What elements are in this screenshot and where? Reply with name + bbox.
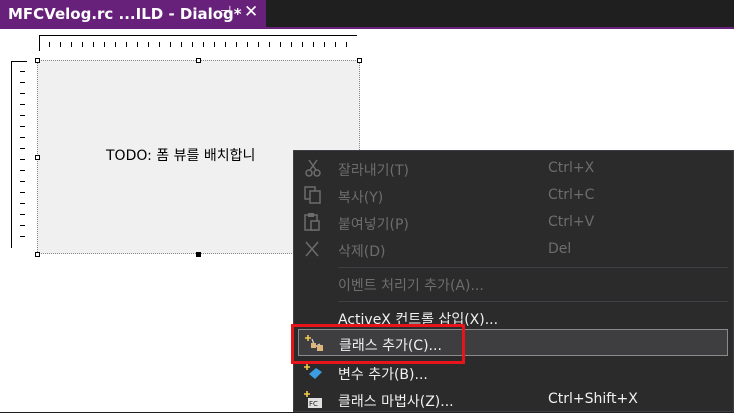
svg-text:FC: FC: [309, 400, 318, 408]
resize-handle-top-left[interactable]: [35, 58, 40, 63]
ruler-tick: [20, 82, 25, 83]
ruler-tick: [20, 93, 25, 94]
menu-item-paste[interactable]: 붙여넣기(P) Ctrl+V: [294, 209, 733, 236]
context-menu: 잘라내기(T) Ctrl+X 복사(Y) Ctrl+C 붙여넣기(P) Ctrl…: [293, 150, 734, 412]
ruler-tick: [20, 203, 25, 204]
menu-item-label: 클래스 마법사(Z)...: [338, 394, 454, 410]
add-variable-icon: [304, 364, 322, 379]
ruler-tick: [236, 42, 237, 47]
paste-icon: [304, 213, 320, 231]
menu-item-shortcut: Ctrl+X: [548, 160, 595, 176]
menu-item-copy[interactable]: 복사(Y) Ctrl+C: [294, 182, 733, 209]
ruler-tick: [192, 42, 193, 47]
ruler-tick: [20, 148, 25, 149]
menu-item-shortcut: Ctrl+C: [548, 187, 595, 203]
resize-handle-top[interactable]: [196, 58, 201, 63]
ruler-tick: [20, 236, 25, 237]
menu-item-label: 복사(Y): [338, 190, 384, 206]
ruler-tick: [20, 170, 25, 171]
highlight-annotation-box: [291, 324, 465, 364]
ruler-tick: [291, 42, 292, 47]
ruler-tick: [258, 42, 259, 47]
ruler-tick: [20, 126, 25, 127]
menu-item-label: 잘라내기(T): [338, 163, 409, 179]
ruler-tick: [346, 42, 347, 47]
delete-icon: [305, 241, 319, 257]
ruler-tick: [313, 42, 314, 47]
ruler-tick: [60, 42, 61, 47]
menu-item-cut[interactable]: 잘라내기(T) Ctrl+X: [294, 155, 733, 182]
ruler-tick: [247, 42, 248, 47]
menu-item-delete[interactable]: 삭제(D) Del: [294, 236, 733, 263]
menu-item-shortcut: Ctrl+Shift+X: [548, 391, 638, 407]
ruler-tick: [203, 42, 204, 47]
ruler-tick: [20, 214, 25, 215]
menu-item-shortcut: Ctrl+V: [548, 214, 595, 230]
ruler-tick: [20, 181, 25, 182]
ruler-tick: [20, 225, 25, 226]
menu-item-shortcut: Del: [548, 241, 572, 257]
ruler-tick: [82, 42, 83, 47]
menu-separator: [338, 301, 728, 302]
menu-item-class-wizard[interactable]: FC 클래스 마법사(Z)... Ctrl+Shift+X: [294, 386, 733, 413]
document-tab[interactable]: MFCVelog.rc ...ILD - Dialog* ⊣ ✕: [0, 0, 266, 27]
dialog-placeholder-text: TODO: 폼 뷰를 배치합니: [106, 148, 256, 164]
ruler-tick: [20, 192, 25, 193]
ruler-tick: [280, 42, 281, 47]
resize-handle-top-right[interactable]: [357, 58, 362, 63]
ruler-tick: [324, 42, 325, 47]
ruler-tick: [126, 42, 127, 47]
ruler-tick: [20, 115, 25, 116]
ruler-tick: [148, 42, 149, 47]
ruler-tick: [137, 42, 138, 47]
ruler-tick: [20, 71, 25, 72]
ruler-tick: [115, 42, 116, 47]
ruler-tick: [20, 159, 25, 160]
menu-item-label: 붙여넣기(P): [338, 217, 409, 233]
resize-handle-left[interactable]: [35, 155, 40, 160]
resize-handle-bottom-left[interactable]: [35, 252, 40, 257]
close-icon[interactable]: ✕: [244, 2, 258, 22]
menu-item-add-event-handler[interactable]: 이벤트 처리기 추가(A)...: [294, 270, 733, 297]
menu-separator: [338, 267, 728, 268]
menu-item-label: 삭제(D): [338, 244, 386, 260]
ruler-tick: [170, 42, 171, 47]
ruler-tick: [225, 42, 226, 47]
horizontal-ruler[interactable]: [39, 35, 357, 51]
document-tab-bar: MFCVelog.rc ...ILD - Dialog* ⊣ ✕: [0, 0, 734, 27]
ruler-tick: [49, 42, 50, 47]
ruler-tick: [104, 42, 105, 47]
ruler-tick: [93, 42, 94, 47]
pin-icon[interactable]: ⊣: [220, 4, 231, 19]
copy-icon: [304, 186, 321, 204]
menu-item-label: 변수 추가(B)...: [338, 367, 428, 383]
ruler-tick: [159, 42, 160, 47]
ruler-tick: [181, 42, 182, 47]
cut-icon: [305, 159, 321, 177]
ruler-tick: [214, 42, 215, 47]
ruler-tick: [71, 42, 72, 47]
ruler-tick: [20, 137, 25, 138]
ruler-tick: [20, 104, 25, 105]
tab-title: MFCVelog.rc ...ILD - Dialog*: [8, 4, 242, 23]
vertical-ruler[interactable]: [11, 61, 27, 248]
resize-handle-bottom[interactable]: [196, 252, 201, 257]
ruler-tick: [269, 42, 270, 47]
menu-item-label: 이벤트 처리기 추가(A)...: [338, 278, 484, 294]
ruler-tick: [302, 42, 303, 47]
class-wizard-icon: FC: [304, 391, 322, 408]
ruler-tick: [335, 42, 336, 47]
